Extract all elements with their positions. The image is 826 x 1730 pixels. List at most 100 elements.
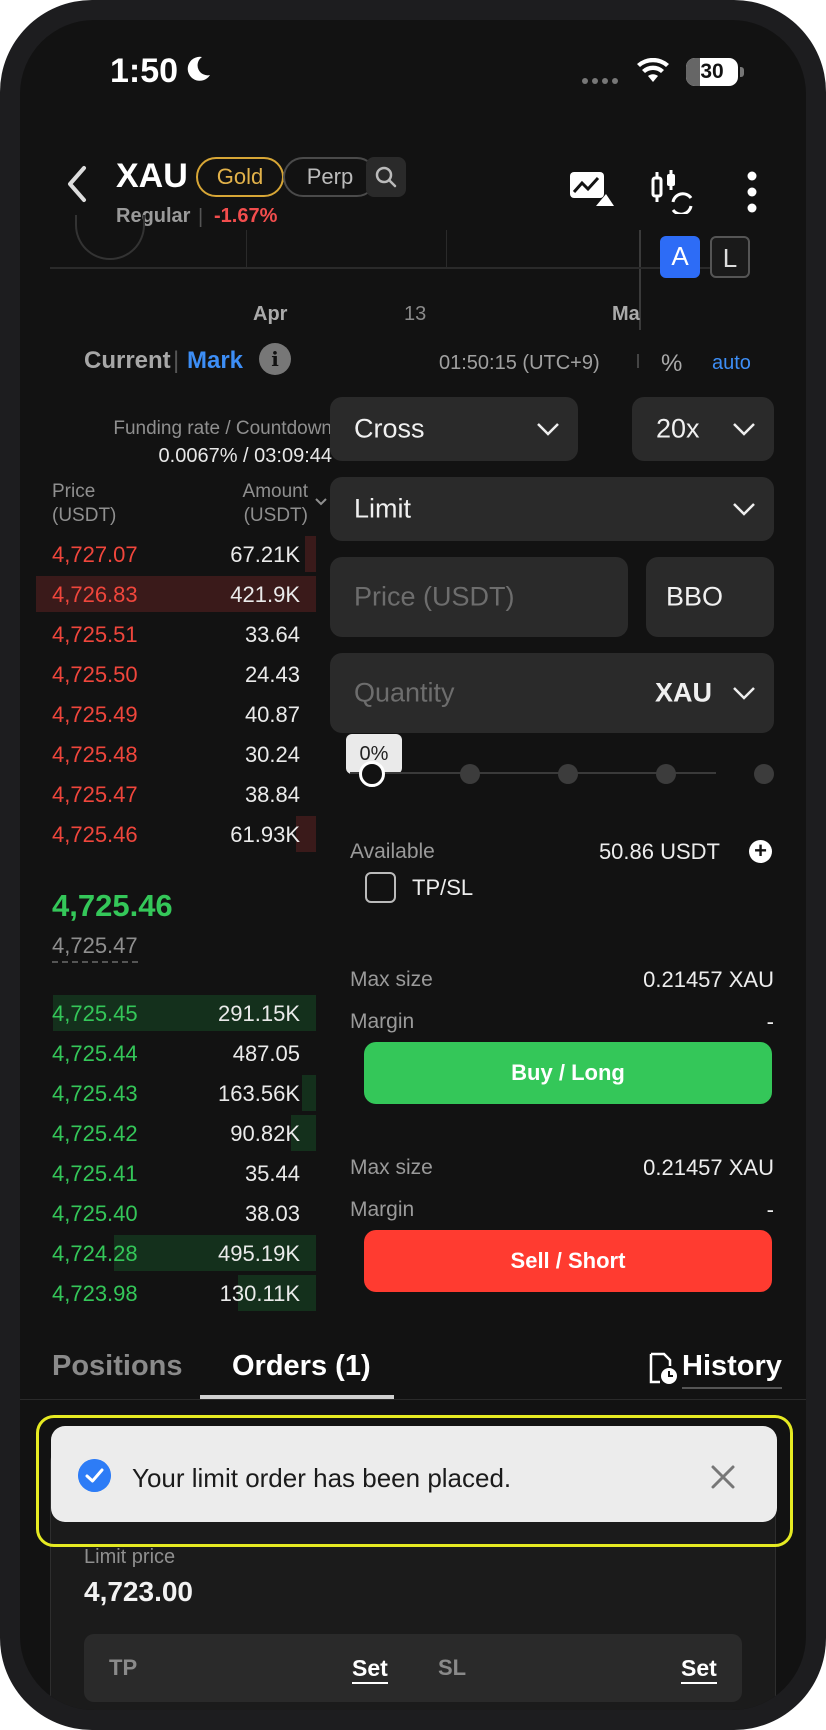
history-link[interactable]: History [682,1350,782,1389]
bid-price: 4,723.98 [52,1281,138,1306]
percent-scale-button[interactable]: % [661,350,682,378]
bid-row[interactable]: 4,725.41 35.44 [52,1155,316,1191]
chart-axis-line [50,267,736,269]
amount-column-header[interactable]: Amount (USDT) [243,480,308,528]
bbo-button[interactable]: BBO [646,557,774,637]
ask-row[interactable]: 4,727.07 67.21K [52,536,316,572]
quantity-input[interactable]: Quantity XAU [330,653,774,733]
close-icon[interactable] [710,1464,736,1490]
ask-price: 4,725.46 [52,822,138,847]
more-options-icon[interactable] [746,170,758,214]
bid-amount: 90.82K [230,1121,300,1146]
sell-max-size-label: Max size [350,1156,433,1179]
ask-price: 4,725.51 [52,622,138,647]
plus-icon[interactable]: + [749,840,772,863]
slider-handle[interactable] [359,761,385,787]
indicator-l-button[interactable]: L [710,236,750,278]
bid-row[interactable]: 4,725.43 163.56K [52,1075,316,1111]
slider-step-75[interactable] [656,764,676,784]
bid-amount: 163.56K [218,1081,300,1106]
divider [20,1399,806,1400]
history-icon[interactable] [648,1352,678,1386]
ask-amount: 33.64 [244,622,300,647]
tpsl-checkbox[interactable] [365,872,396,903]
separator: | [173,347,180,374]
check-circle-icon [78,1459,111,1492]
depth-bar [305,536,316,572]
margin-mode-select[interactable]: Cross [330,397,578,461]
symbol-title[interactable]: XAU [116,157,188,196]
auto-scale-button[interactable]: auto [712,352,751,375]
toast-message: Your limit order has been placed. [132,1463,512,1493]
slider-step-25[interactable] [460,764,480,784]
ask-amount: 38.84 [244,782,300,807]
candle-refresh-icon[interactable] [647,170,695,214]
bid-price: 4,725.40 [52,1201,138,1226]
bid-row[interactable]: 4,723.98 130.11K [52,1275,316,1311]
ask-price: 4,725.49 [52,702,138,727]
bid-row[interactable]: 4,724.28 495.19K [52,1235,316,1271]
bid-price: 4,725.43 [52,1081,138,1106]
sl-label: SL [438,1655,467,1680]
mark-toggle[interactable]: Mark [187,347,243,375]
chevron-down-icon[interactable] [314,497,328,507]
current-toggle[interactable]: Current [84,347,171,375]
chart-time: 01:50:15 (UTC+9) [439,352,600,374]
leverage-select[interactable]: 20x [632,397,774,461]
chevron-down-icon[interactable] [732,686,756,700]
slider-step-50[interactable] [558,764,578,784]
indicator-a-button[interactable]: A [660,236,700,278]
price-placeholder: Price (USDT) [354,581,515,612]
bid-row[interactable]: 4,725.40 38.03 [52,1195,316,1231]
bid-price: 4,725.44 [52,1041,138,1066]
sl-set-button[interactable]: Set [681,1655,717,1684]
signal-dots [582,78,618,84]
ask-row[interactable]: 4,725.51 33.64 [52,616,316,652]
grid-line [246,230,247,268]
buy-long-button[interactable]: Buy / Long [364,1042,772,1104]
ask-row[interactable]: 4,725.49 40.87 [52,696,316,732]
price-change: -1.67% [214,205,278,227]
tab-positions[interactable]: Positions [52,1350,183,1383]
buy-margin-label: Margin [350,1010,415,1033]
price-column-header: Price (USDT) [52,481,117,526]
sell-short-button[interactable]: Sell / Short [364,1230,772,1292]
separator: | [198,206,204,228]
bid-row[interactable]: 4,725.45 291.15K [52,995,316,1031]
x-axis-label: Apr [253,303,288,325]
sell-max-size-value: 0.21457 XAU [643,1155,774,1180]
limit-price-label: Limit price [84,1546,176,1568]
back-button[interactable] [60,160,96,208]
bid-row[interactable]: 4,725.44 487.05 [52,1035,316,1071]
tpsl-label[interactable]: TP/SL [412,875,473,901]
slider-step-100[interactable] [754,764,774,784]
bid-amount: 130.11K [219,1281,300,1306]
funding-value: 0.0067% / 03:09:44 [158,445,332,467]
ask-row[interactable]: 4,726.83 421.9K [36,576,316,612]
bid-amount: 487.05 [232,1041,300,1066]
mark-price[interactable]: 4,725.47 [52,933,138,963]
price-input[interactable]: Price (USDT) [330,557,628,637]
limit-price-value: 4,723.00 [84,1576,193,1607]
order-type-select[interactable]: Limit [330,477,774,541]
search-button[interactable] [366,157,406,197]
tp-set-button[interactable]: Set [352,1655,388,1684]
quantity-unit[interactable]: XAU [655,678,712,709]
separator [637,354,639,368]
bid-row[interactable]: 4,725.42 90.82K [52,1115,316,1151]
ask-row[interactable]: 4,725.48 30.24 [52,736,316,772]
info-icon[interactable]: i [259,343,291,375]
ask-amount: 61.93K [230,822,300,847]
chart-image-icon[interactable] [568,170,614,208]
ask-row[interactable]: 4,725.46 61.93K [52,816,316,852]
grid-line [446,230,447,268]
ask-row[interactable]: 4,725.47 38.84 [52,776,316,812]
buy-max-size-value: 0.21457 XAU [643,967,774,992]
bid-amount: 495.19K [218,1241,300,1266]
ask-price: 4,725.48 [52,742,138,767]
last-price: 4,725.46 [52,888,173,923]
tab-orders[interactable]: Orders (1) [232,1350,371,1383]
app-screen: 1:50 30 XAU Gold Perp Regular | -1.67% A… [20,20,806,1710]
gold-tag: Gold [196,157,284,197]
ask-row[interactable]: 4,725.50 24.43 [52,656,316,692]
